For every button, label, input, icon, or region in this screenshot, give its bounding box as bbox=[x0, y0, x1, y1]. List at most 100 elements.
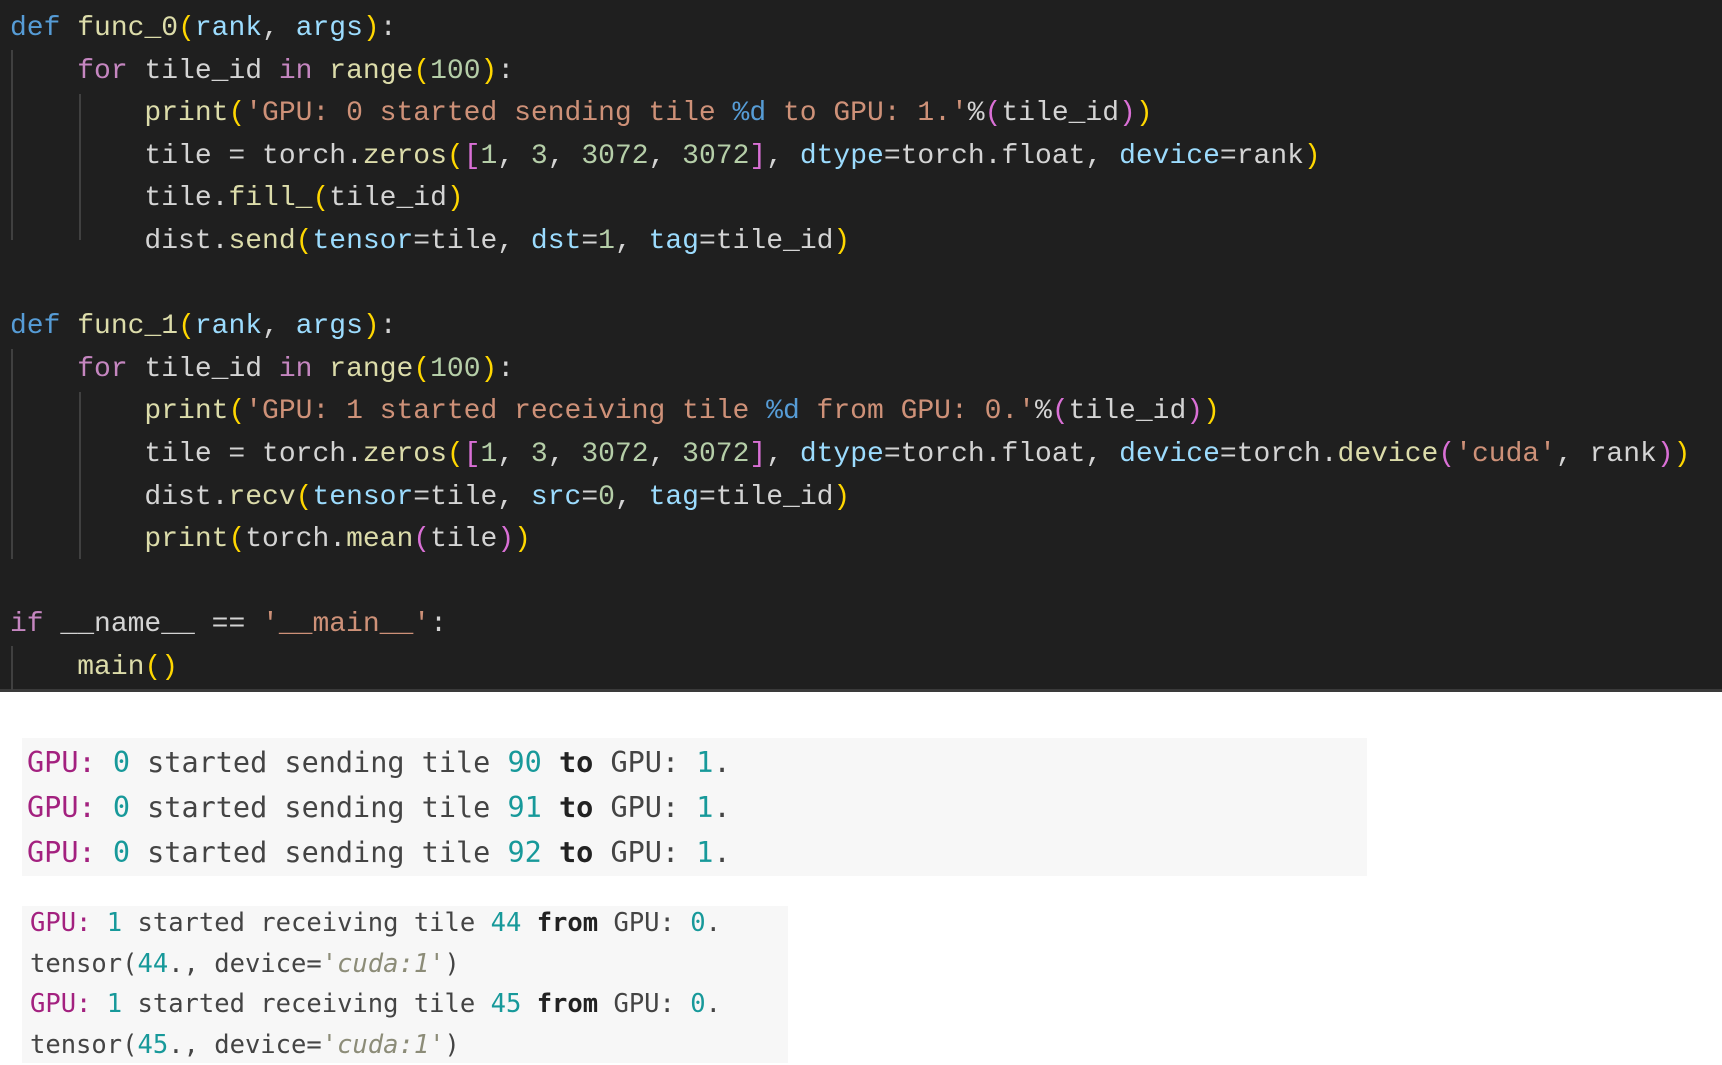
code-token bbox=[96, 746, 113, 779]
code-token: torch. bbox=[245, 524, 346, 555]
code-line: if __name__ == '__main__': bbox=[10, 604, 1690, 647]
code-token: 1 bbox=[696, 836, 713, 869]
code-token: mean bbox=[346, 524, 413, 555]
code-token: , bbox=[548, 439, 582, 470]
code-editor[interactable]: def func_0(rank, args): for tile_id in r… bbox=[0, 0, 1722, 692]
code-token: rank bbox=[195, 13, 262, 44]
code-token: src bbox=[531, 482, 581, 513]
code-token: print bbox=[144, 396, 228, 427]
code-token: ) bbox=[1186, 396, 1203, 427]
output-line: GPU: 1 started receiving tile 44 from GP… bbox=[22, 903, 788, 944]
code-token: GPU: bbox=[593, 836, 696, 869]
output-line: GPU: 0 started sending tile 92 to GPU: 1… bbox=[22, 830, 1367, 875]
code-token: ( bbox=[228, 524, 245, 555]
code-line: dist.recv(tensor=tile, src=0, tag=tile_i… bbox=[10, 477, 1690, 520]
code-token: , bbox=[615, 482, 649, 513]
output-line: GPU: 0 started sending tile 91 to GPU: 1… bbox=[22, 785, 1367, 830]
code-token: 0 bbox=[113, 836, 130, 869]
code-token bbox=[10, 396, 144, 427]
code-token: tile_id bbox=[1001, 98, 1119, 129]
code-token: =tile_id bbox=[699, 226, 833, 257]
code-token: =tile_id bbox=[699, 482, 833, 513]
code-token: fill_ bbox=[228, 183, 312, 214]
code-token: 'cuda' bbox=[1455, 439, 1556, 470]
code-token: 'GPU: 1 started receiving tile bbox=[245, 396, 766, 427]
output-line: GPU: 1 started receiving tile 45 from GP… bbox=[22, 984, 788, 1025]
code-line: for tile_id in range(100): bbox=[10, 51, 1690, 94]
code-token: 100 bbox=[430, 354, 480, 385]
code-lines[interactable]: def func_0(rank, args): for tile_id in r… bbox=[10, 8, 1690, 690]
code-token: ( bbox=[178, 13, 195, 44]
code-token bbox=[96, 791, 113, 824]
code-token: GPU: bbox=[30, 989, 91, 1019]
code-token: 3072 bbox=[581, 439, 648, 470]
code-token: 92 bbox=[507, 836, 541, 869]
code-token: , bbox=[766, 439, 800, 470]
code-token: , bbox=[649, 439, 683, 470]
code-token: ( bbox=[228, 396, 245, 427]
code-token: ) bbox=[833, 226, 850, 257]
code-token: ) bbox=[833, 482, 850, 513]
code-token: ( bbox=[413, 354, 430, 385]
code-token: ( bbox=[312, 183, 329, 214]
code-token: dist. bbox=[10, 482, 228, 513]
code-token: % bbox=[1035, 396, 1052, 427]
code-line bbox=[10, 562, 1690, 605]
code-token: ) bbox=[497, 524, 514, 555]
output-recv-log: GPU: 1 started receiving tile 44 from GP… bbox=[22, 906, 788, 1063]
code-token bbox=[60, 13, 77, 44]
code-token: tensor bbox=[312, 482, 413, 513]
code-line: tile = torch.zeros([1, 3, 3072, 3072], d… bbox=[10, 136, 1690, 179]
code-token: from bbox=[537, 908, 598, 938]
code-token: ., device= bbox=[168, 1030, 322, 1060]
code-token: =rank bbox=[1220, 141, 1304, 172]
code-token: 'GPU: 0 started sending tile bbox=[245, 98, 732, 129]
code-token bbox=[521, 989, 536, 1019]
code-token: GPU: bbox=[598, 908, 690, 938]
code-token: = bbox=[581, 226, 598, 257]
code-token: = bbox=[581, 482, 598, 513]
code-line: main() bbox=[10, 647, 1690, 690]
code-token: tile bbox=[430, 524, 497, 555]
code-token: ., device= bbox=[168, 949, 322, 979]
code-token: ) bbox=[481, 354, 498, 385]
code-token: ( bbox=[447, 439, 464, 470]
code-token: func_1 bbox=[77, 311, 178, 342]
code-token: from GPU: 0.' bbox=[800, 396, 1035, 427]
code-token: () bbox=[144, 652, 178, 683]
code-token: 100 bbox=[430, 56, 480, 87]
code-token: GPU: bbox=[30, 908, 91, 938]
code-token: dtype bbox=[800, 141, 884, 172]
code-token: ] bbox=[749, 439, 766, 470]
code-token: ) bbox=[363, 13, 380, 44]
code-token: . bbox=[713, 836, 730, 869]
code-token: , bbox=[649, 141, 683, 172]
code-token: GPU: bbox=[593, 746, 696, 779]
code-token bbox=[10, 524, 144, 555]
code-token: : bbox=[380, 13, 397, 44]
code-token: ) bbox=[447, 183, 464, 214]
code-token: GPU: bbox=[598, 989, 690, 1019]
code-line: print('GPU: 1 started receiving tile %d … bbox=[10, 391, 1690, 434]
code-token bbox=[10, 56, 77, 87]
code-token: zeros bbox=[363, 141, 447, 172]
code-token: tensor( bbox=[30, 949, 137, 979]
code-token bbox=[542, 836, 559, 869]
code-token: tensor( bbox=[30, 1030, 137, 1060]
code-token: tile_id bbox=[329, 183, 447, 214]
code-token: main bbox=[77, 652, 144, 683]
code-token bbox=[96, 836, 113, 869]
code-token: to GPU: 1.' bbox=[766, 98, 968, 129]
code-token: for bbox=[77, 354, 127, 385]
code-token: args bbox=[296, 311, 363, 342]
code-line: dist.send(tensor=tile, dst=1, tag=tile_i… bbox=[10, 221, 1690, 264]
code-token: range bbox=[329, 56, 413, 87]
code-token: to bbox=[559, 791, 593, 824]
output-line: tensor(44., device='cuda:1') bbox=[22, 944, 788, 985]
code-token: 3 bbox=[531, 439, 548, 470]
code-token: %d bbox=[766, 396, 800, 427]
code-token: 1 bbox=[696, 791, 713, 824]
code-token: device bbox=[1119, 141, 1220, 172]
output-line: tensor(45., device='cuda:1') bbox=[22, 1025, 788, 1065]
code-token: : bbox=[430, 609, 447, 640]
